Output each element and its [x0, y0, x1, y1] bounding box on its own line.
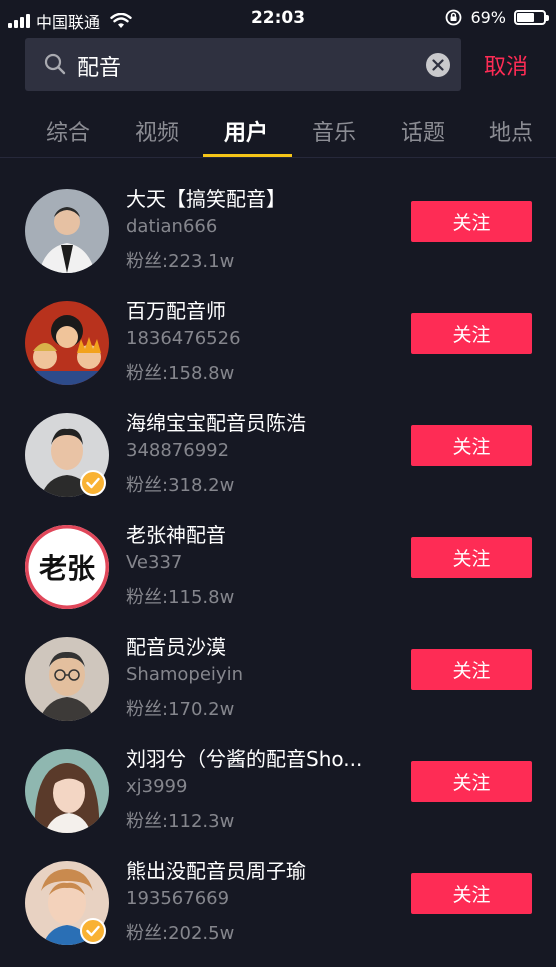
verified-badge-icon — [80, 918, 106, 944]
avatar[interactable] — [25, 189, 109, 273]
tab-topics[interactable]: 话题 — [401, 115, 445, 147]
user-fans: 粉丝:115.8w — [126, 587, 235, 608]
tab-users[interactable]: 用户 — [224, 115, 268, 147]
avatar[interactable] — [25, 637, 109, 721]
user-fans: 粉丝:223.1w — [126, 251, 235, 272]
search-bar[interactable]: 配音 — [25, 38, 461, 91]
clear-icon[interactable] — [426, 53, 450, 77]
user-id: datian666 — [126, 216, 218, 237]
status-bar: 中国联通 22:03 69% — [0, 0, 556, 36]
user-fans: 粉丝:202.5w — [126, 923, 235, 944]
user-id: Shamopeiyin — [126, 664, 243, 685]
follow-button[interactable]: 关注 — [411, 649, 532, 690]
user-id: 193567669 — [126, 888, 230, 909]
user-id: xj3999 — [126, 776, 188, 797]
user-fans: 粉丝:318.2w — [126, 475, 235, 496]
user-id: Ve337 — [126, 552, 183, 573]
follow-button[interactable]: 关注 — [411, 761, 532, 802]
user-name: 百万配音师 — [126, 299, 226, 323]
user-fans: 粉丝:158.8w — [126, 363, 235, 384]
avatar[interactable] — [25, 749, 109, 833]
avatar[interactable] — [25, 301, 109, 385]
follow-button[interactable]: 关注 — [411, 313, 532, 354]
status-right: 69% — [445, 8, 549, 27]
user-item[interactable]: 海绵宝宝配音员陈浩 348876992 粉丝:318.2w 关注 — [0, 407, 556, 519]
follow-button[interactable]: 关注 — [411, 873, 532, 914]
search-icon — [44, 53, 66, 75]
search-tabs: 综合 视频 用户 音乐 话题 地点 — [0, 105, 556, 158]
user-item[interactable]: 百万配音师 1836476526 粉丝:158.8w 关注 — [0, 295, 556, 407]
avatar[interactable]: 老张 — [25, 525, 109, 609]
user-fans: 粉丝:112.3w — [126, 811, 235, 832]
tab-videos[interactable]: 视频 — [135, 115, 179, 147]
user-fans: 粉丝:170.2w — [126, 699, 235, 720]
follow-button[interactable]: 关注 — [411, 537, 532, 578]
avatar-logo-text: 老张 — [39, 552, 95, 585]
battery-fill — [517, 13, 534, 22]
user-name: 大天【搞笑配音】 — [126, 187, 286, 211]
tab-places[interactable]: 地点 — [489, 115, 533, 147]
user-name: 刘羽兮（兮酱的配音Sho... — [126, 747, 363, 771]
user-item[interactable]: 老张 老张神配音 Ve337 粉丝:115.8w 关注 — [0, 519, 556, 631]
user-item[interactable]: 配音员沙漠 Shamopeiyin 粉丝:170.2w 关注 — [0, 631, 556, 743]
user-item[interactable]: 刘羽兮（兮酱的配音Sho... xj3999 粉丝:112.3w 关注 — [0, 743, 556, 855]
user-name: 配音员沙漠 — [126, 635, 226, 659]
battery-icon — [514, 10, 549, 25]
search-input[interactable]: 配音 — [77, 50, 121, 82]
user-item[interactable]: 大天【搞笑配音】 datian666 粉丝:223.1w 关注 — [0, 183, 556, 295]
follow-button[interactable]: 关注 — [411, 201, 532, 242]
user-id: 348876992 — [126, 440, 230, 461]
battery-percent: 69% — [470, 8, 506, 27]
user-name: 海绵宝宝配音员陈浩 — [126, 411, 306, 435]
follow-button[interactable]: 关注 — [411, 425, 532, 466]
verified-badge-icon — [80, 470, 106, 496]
user-name: 老张神配音 — [126, 523, 226, 547]
orientation-lock-icon — [446, 9, 462, 26]
tab-comprehensive[interactable]: 综合 — [46, 115, 90, 147]
cancel-button[interactable]: 取消 — [484, 49, 528, 81]
user-name: 熊出没配音员周子瑜 — [126, 859, 306, 883]
active-tab-indicator — [203, 154, 292, 157]
user-item[interactable]: 熊出没配音员周子瑜 193567669 粉丝:202.5w 关注 — [0, 855, 556, 967]
user-id: 1836476526 — [126, 328, 241, 349]
tab-music[interactable]: 音乐 — [312, 115, 356, 147]
